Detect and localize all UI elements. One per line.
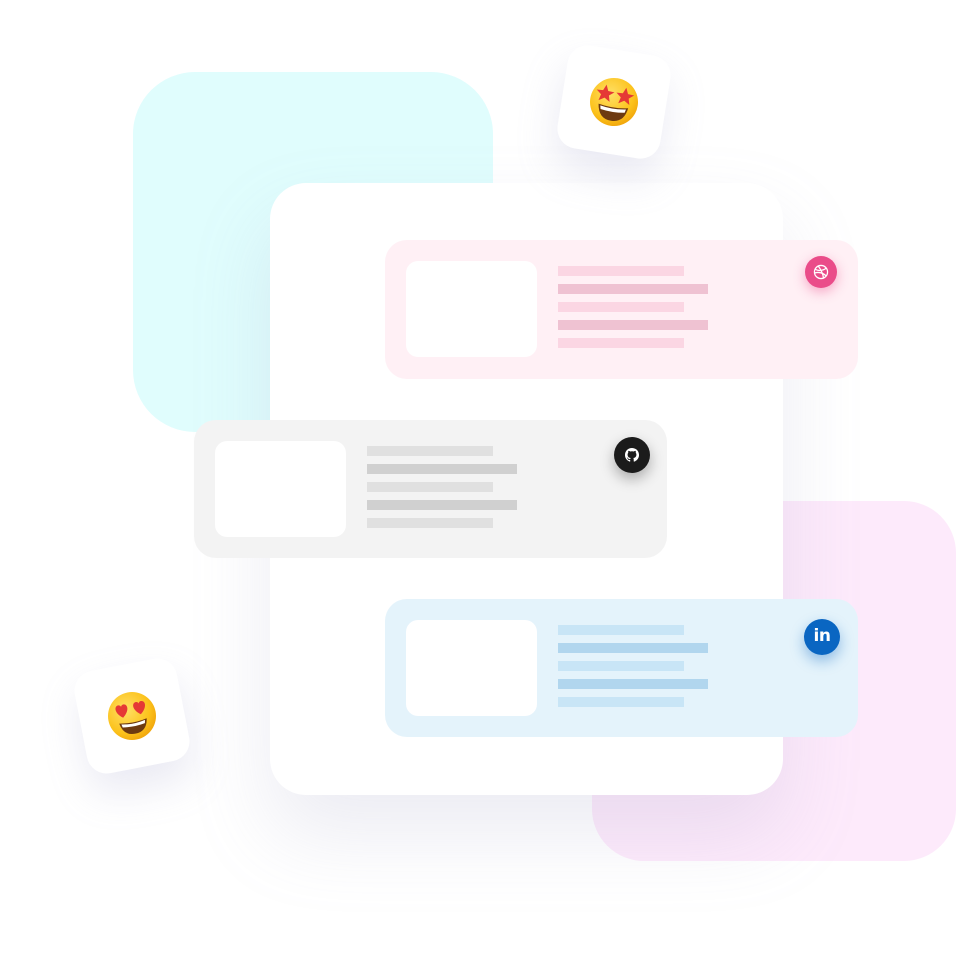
star-struck-emoji [590, 78, 639, 126]
linkedin-icon-label: in [813, 626, 831, 646]
dribbble-card[interactable] [385, 240, 858, 379]
star-struck-emoji-tile [554, 42, 674, 162]
text-placeholder-line [558, 338, 684, 348]
card-thumbnail [406, 620, 537, 716]
text-placeholder-line [558, 284, 708, 294]
text-placeholder-line [558, 643, 708, 653]
text-placeholder-line [367, 482, 493, 492]
text-placeholder-line [367, 446, 493, 456]
text-placeholder-line [558, 302, 684, 312]
heart-eyes-emoji [108, 692, 156, 741]
text-placeholder-line [558, 266, 684, 276]
card-thumbnail [215, 441, 346, 537]
github-icon[interactable] [614, 437, 650, 473]
text-placeholder-line [558, 661, 684, 671]
text-placeholder-line [558, 625, 684, 635]
text-placeholder-line [558, 697, 684, 707]
text-placeholder-line [558, 679, 708, 689]
dribbble-icon[interactable] [805, 256, 837, 288]
text-placeholder-line [367, 518, 493, 528]
linkedin-icon[interactable]: in [804, 619, 840, 655]
github-card[interactable] [194, 420, 667, 558]
card-thumbnail [406, 261, 537, 357]
heart-eyes-emoji-tile [71, 655, 193, 777]
text-placeholder-line [367, 464, 517, 474]
text-placeholder-line [558, 320, 708, 330]
linkedin-card[interactable]: in [385, 599, 858, 737]
text-placeholder-line [367, 500, 517, 510]
